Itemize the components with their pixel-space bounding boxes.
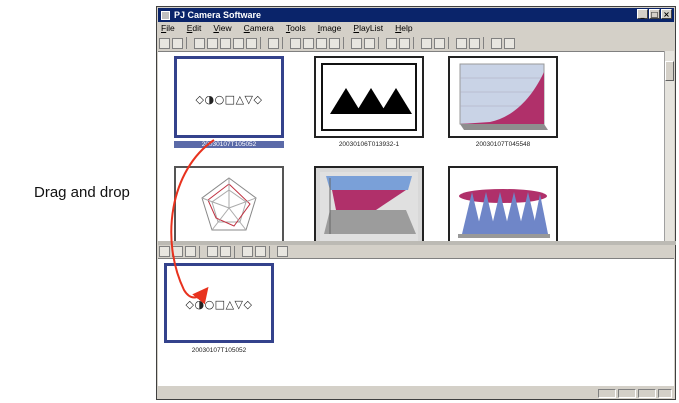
- open-icon[interactable]: [172, 37, 183, 49]
- toolbar-separator: [269, 245, 274, 258]
- thumbnail-item[interactable]: 20030107T045548: [448, 56, 558, 154]
- new-playlist-icon[interactable]: [159, 246, 170, 257]
- toolbar-separator: [199, 245, 204, 258]
- play-slideshow-icon[interactable]: [277, 246, 288, 257]
- scrollbar-thumb[interactable]: [665, 61, 674, 81]
- playlist-item[interactable]: ◇◑○□△▽◇ 20030107T105052: [164, 263, 274, 359]
- thumbnail-image: [448, 166, 558, 242]
- toolbar-separator: [448, 37, 453, 49]
- minimize-button[interactable]: _: [637, 9, 648, 19]
- thumbnail-label: 20030107T105052: [174, 141, 284, 148]
- thumbnail-item[interactable]: 20030106T013932-1: [314, 56, 424, 154]
- paste-icon[interactable]: [233, 37, 244, 49]
- toolbar-separator: [260, 37, 265, 49]
- brightness-icon[interactable]: [399, 37, 410, 49]
- surface-chart-graphic: [459, 63, 548, 130]
- vertical-scrollbar[interactable]: [664, 51, 674, 241]
- status-cell: [618, 389, 636, 398]
- playlist-pane[interactable]: ◇◑○□△▽◇ 20030107T105052: [158, 258, 674, 386]
- open-playlist-icon[interactable]: [172, 246, 183, 257]
- status-cell: [598, 389, 616, 398]
- drag-and-drop-caption: Drag and drop: [34, 184, 130, 201]
- toolbar-separator: [343, 37, 348, 49]
- toolbar-separator: [413, 37, 418, 49]
- thumbnail-label: 20030107T045548: [475, 141, 531, 148]
- projector-icon[interactable]: [456, 37, 467, 49]
- status-cell: [638, 389, 656, 398]
- delete-icon[interactable]: [246, 37, 257, 49]
- playlist-toolbar: [159, 245, 673, 258]
- radar-chart-graphic: [201, 177, 257, 231]
- close-button[interactable]: ×: [661, 9, 672, 19]
- cone-chart-graphic: [454, 172, 552, 242]
- thumbnail-image: [314, 56, 424, 138]
- app-window: PJ Camera Software _ □ × File Edit View …: [156, 6, 676, 400]
- menu-camera[interactable]: Camera: [242, 23, 274, 35]
- thumbnail-image: ◇◑○□△▽◇: [174, 56, 284, 138]
- maximize-button[interactable]: □: [649, 9, 660, 19]
- thumbnail-image: [174, 166, 284, 242]
- shapes-row: ◇◑○□△▽◇: [195, 93, 263, 106]
- menu-help[interactable]: Help: [393, 23, 412, 35]
- camera-icon[interactable]: [194, 37, 205, 49]
- window-title: PJ Camera Software: [174, 10, 262, 20]
- grid-icon[interactable]: [386, 37, 397, 49]
- thumbnail-image: [448, 56, 558, 138]
- title-bar[interactable]: PJ Camera Software _ □ ×: [158, 8, 674, 22]
- prev-icon[interactable]: [421, 37, 432, 49]
- next-icon[interactable]: [434, 37, 445, 49]
- info-icon[interactable]: [504, 37, 515, 49]
- menu-bar: File Edit View Camera Tools Image PlayLi…: [159, 23, 673, 35]
- fit-icon[interactable]: [329, 37, 340, 49]
- copy-icon[interactable]: [220, 37, 231, 49]
- image-list-pane[interactable]: ◇◑○□△▽◇ 20030107T105052 20030106T013932-…: [158, 51, 664, 242]
- playlist-item-image: ◇◑○□△▽◇: [164, 263, 274, 343]
- thumbnail-item[interactable]: [174, 166, 284, 242]
- undo-icon[interactable]: [469, 37, 480, 49]
- toolbar-separator: [483, 37, 488, 49]
- help-icon[interactable]: [491, 37, 502, 49]
- thumbnail-item[interactable]: ◇◑○□△▽◇ 20030107T105052: [174, 56, 284, 154]
- delete-item-icon[interactable]: [220, 246, 231, 257]
- thumbnail-image: [314, 166, 424, 242]
- move-right-icon[interactable]: [255, 246, 266, 257]
- menu-image[interactable]: Image: [316, 23, 342, 35]
- toolbar-separator: [378, 37, 383, 49]
- status-bar: [158, 388, 674, 399]
- zoom-out-icon[interactable]: [303, 37, 314, 49]
- app-icon: [161, 10, 170, 20]
- toolbar-separator: [234, 245, 239, 258]
- thumbnail-item[interactable]: [314, 166, 424, 242]
- rotate-icon[interactable]: [316, 37, 327, 49]
- cut-icon[interactable]: [207, 246, 218, 257]
- menu-tools[interactable]: Tools: [284, 23, 306, 35]
- window-controls: _ □ ×: [637, 9, 672, 19]
- menu-file[interactable]: File: [159, 23, 175, 35]
- save-icon[interactable]: [268, 37, 279, 49]
- menu-playlist[interactable]: PlayList: [351, 23, 383, 35]
- compare-icon[interactable]: [351, 37, 362, 49]
- toolbar-separator: [186, 37, 191, 49]
- move-left-icon[interactable]: [242, 246, 253, 257]
- menu-view[interactable]: View: [211, 23, 231, 35]
- playlist-item-label: 20030107T105052: [191, 347, 247, 354]
- status-cell: [658, 389, 672, 398]
- new-icon[interactable]: [159, 37, 170, 49]
- thumbnail-label: 20030106T013932-1: [338, 141, 400, 148]
- menu-edit[interactable]: Edit: [185, 23, 202, 35]
- zoom-in-icon[interactable]: [290, 37, 301, 49]
- gallery-icon[interactable]: [364, 37, 375, 49]
- thumbnail-item[interactable]: [448, 166, 558, 242]
- main-toolbar: [159, 36, 673, 50]
- shapes-row: ◇◑○□△▽◇: [185, 298, 253, 311]
- triangles-graphic: [321, 63, 417, 131]
- 3d-bar-chart-graphic: [320, 172, 418, 242]
- toolbar-separator: [282, 37, 287, 49]
- capture-icon[interactable]: [207, 37, 218, 49]
- save-playlist-icon[interactable]: [185, 246, 196, 257]
